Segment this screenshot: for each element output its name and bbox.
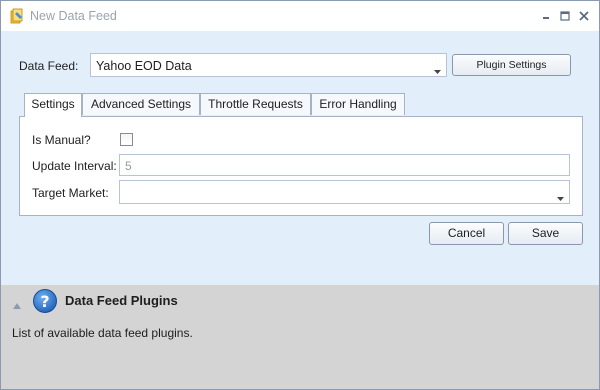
plugin-settings-button[interactable]: Plugin Settings [452,54,571,76]
cancel-button[interactable]: Cancel [429,222,504,245]
tab-advanced-settings[interactable]: Advanced Settings [82,93,200,115]
settings-panel: Is Manual? Update Interval: 5 Target Mar… [19,116,583,216]
minimize-button[interactable] [536,7,556,25]
new-data-feed-window: New Data Feed Data Feed: Yahoo EOD Data [0,0,600,390]
svg-text:?: ? [40,292,49,311]
help-description: List of available data feed plugins. [12,326,193,340]
dropdown-arrow-icon [557,190,564,204]
data-feed-app-icon [9,8,25,24]
maximize-button[interactable] [555,7,575,25]
close-icon [579,11,589,21]
dropdown-arrow-icon [434,63,441,77]
save-button[interactable]: Save [508,222,583,245]
data-feed-label: Data Feed: [19,59,79,73]
close-button[interactable] [574,7,594,25]
tab-error-handling[interactable]: Error Handling [311,93,405,115]
update-interval-input[interactable]: 5 [119,154,570,176]
data-feed-select-value: Yahoo EOD Data [96,59,192,73]
question-mark-icon: ? [32,288,58,314]
form-area: Data Feed: Yahoo EOD Data Plugin Setting… [1,31,599,285]
tab-throttle-requests[interactable]: Throttle Requests [200,93,311,115]
update-interval-label: Update Interval: [32,159,117,173]
help-pane: ? Data Feed Plugins List of available da… [1,285,599,389]
is-manual-label: Is Manual? [32,133,91,147]
is-manual-checkbox[interactable] [120,133,133,146]
minimize-icon [543,17,549,19]
collapse-triangle-icon[interactable] [13,298,21,312]
target-market-label: Target Market: [32,186,109,200]
maximize-icon [560,11,570,21]
data-feed-select[interactable]: Yahoo EOD Data [90,53,447,77]
help-title: Data Feed Plugins [65,293,178,308]
title-bar[interactable]: New Data Feed [1,1,599,31]
target-market-select[interactable] [119,180,570,204]
tab-settings[interactable]: Settings [24,93,82,117]
update-interval-value: 5 [125,159,132,173]
window-title: New Data Feed [30,9,117,23]
